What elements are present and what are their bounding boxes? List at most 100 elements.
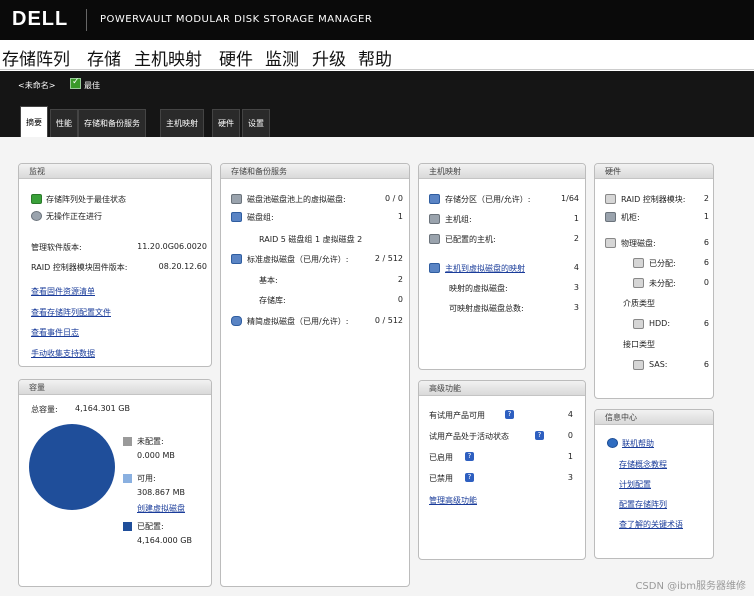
trial-active-value: 0 <box>567 431 573 440</box>
menu-monitor[interactable]: 监测 <box>265 45 299 70</box>
basic-value: 2 <box>397 275 403 284</box>
hdd-value: 6 <box>703 319 709 328</box>
tab-summary[interactable]: 摘要 <box>20 106 48 137</box>
trial-available-value: 4 <box>567 410 573 419</box>
menu-storage[interactable]: 存储 <box>87 45 121 70</box>
link-array-profile[interactable]: 查看存储阵列配置文件 <box>31 307 111 318</box>
thin-vd-value: 0 / 512 <box>374 316 403 325</box>
hdd-label: HDD: <box>649 319 671 328</box>
menu-bar: 存储阵列 存储 主机映射 硬件 监测 升级 帮助 <box>0 40 754 70</box>
configured-host-icon <box>429 234 440 244</box>
sas-icon <box>633 360 644 370</box>
mappable-vd-total-label: 可映射虚拟磁盘总数: <box>449 304 524 313</box>
unconfigured-label: 未配置: <box>137 437 164 446</box>
host-to-vd-mappings-value: 4 <box>573 263 579 272</box>
link-storage-concepts[interactable]: 存储概念教程 <box>619 459 667 470</box>
physical-disk-icon <box>605 238 616 248</box>
link-configure-array[interactable]: 配置存储阵列 <box>619 499 667 510</box>
host-group-icon <box>429 214 440 224</box>
menu-hardware[interactable]: 硬件 <box>219 45 253 70</box>
mgmt-version-value: 11.20.0G06.0020 <box>137 242 207 251</box>
unassigned-disk-icon <box>633 278 644 288</box>
free-label: 可用: <box>137 474 156 483</box>
information-center-title: 信息中心 <box>595 410 713 425</box>
optimal-check-icon <box>70 77 81 89</box>
tab-host-mapping[interactable]: 主机映射 <box>160 109 204 137</box>
configured-host-label: 已配置的主机: <box>445 235 496 244</box>
raid5-group-detail: RAID 5 磁盘组 1 虚拟磁盘 2 <box>259 235 363 244</box>
host-mappings-panel: 主机映射 存储分区（已用/允许）: 1/64 主机组: 1 已配置的主机: 2 … <box>418 163 586 370</box>
help-icon[interactable]: ? <box>465 473 474 482</box>
link-create-virtual-disk[interactable]: 创建虚拟磁盘 <box>137 503 185 514</box>
menu-help[interactable]: 帮助 <box>358 45 392 70</box>
sas-value: 6 <box>703 360 709 369</box>
repository-value: 0 <box>397 295 403 304</box>
repository-label: 存储库: <box>259 296 286 305</box>
storage-partition-icon <box>429 194 440 204</box>
hardware-title: 硬件 <box>595 164 713 179</box>
host-group-label: 主机组: <box>445 215 472 224</box>
link-host-to-vd-mappings[interactable]: 主机到虚拟磁盘的映射 <box>445 263 525 274</box>
link-collect-support-data[interactable]: 手动收集支持数据 <box>31 348 95 359</box>
thin-vd-label: 精简虚拟磁盘（已用/允许）: <box>247 317 349 326</box>
menu-upgrade[interactable]: 升级 <box>312 45 346 70</box>
thin-vd-icon <box>231 316 242 326</box>
unassigned-value: 0 <box>703 278 709 287</box>
menu-host-mapping[interactable]: 主机映射 <box>134 45 202 70</box>
enclosure-label: 机柜: <box>621 213 640 222</box>
disk-pool-vd-value: 0 / 0 <box>385 194 403 203</box>
unassigned-label: 未分配: <box>649 279 676 288</box>
premium-features-panel: 高级功能 有试用产品可用 ? 4 试用产品处于活动状态 ? 0 已启用 ? 1 … <box>418 380 586 560</box>
trial-active-label: 试用产品处于活动状态 <box>429 432 509 441</box>
disk-group-value: 1 <box>397 212 403 221</box>
standard-vd-value: 2 / 512 <box>374 254 403 263</box>
disabled-value: 3 <box>567 473 573 482</box>
tab-hardware[interactable]: 硬件 <box>212 109 240 137</box>
summary-content: 监视 存储阵列处于最佳状态 无操作正在进行 管理软件版本: 11.20.0G06… <box>0 137 754 596</box>
link-online-help[interactable]: 联机帮助 <box>622 438 654 449</box>
monitor-title: 监视 <box>19 164 211 179</box>
host-group-value: 1 <box>573 214 579 223</box>
mgmt-version-label: 管理软件版本: <box>31 243 82 252</box>
tab-storage-copy[interactable]: 存储和备份服务 <box>78 109 146 137</box>
disk-group-label: 磁盘组: <box>247 213 274 222</box>
host-to-vd-mapping-icon <box>429 263 440 273</box>
legend-swatch-free <box>123 474 132 483</box>
monitor-panel: 监视 存储阵列处于最佳状态 无操作正在进行 管理软件版本: 11.20.0G06… <box>18 163 212 367</box>
link-event-log[interactable]: 查看事件日志 <box>31 327 79 338</box>
help-icon[interactable]: ? <box>465 452 474 461</box>
product-title: POWERVAULT MODULAR DISK STORAGE MANAGER <box>100 14 373 25</box>
logo-divider <box>86 9 87 31</box>
raid-controller-icon <box>605 194 616 204</box>
storage-partition-value: 1/64 <box>561 194 579 203</box>
configured-value: 4,164.000 GB <box>137 536 192 545</box>
tab-performance[interactable]: 性能 <box>50 109 78 137</box>
storage-services-title: 存储和备份服务 <box>221 164 409 179</box>
watermark: CSDN @ibm服务器维修 <box>635 581 746 592</box>
standard-vd-label: 标准虚拟磁盘（已用/允许）: <box>247 255 349 264</box>
assigned-label: 已分配: <box>649 259 676 268</box>
media-type-label: 介质类型 <box>623 299 655 308</box>
link-firmware-inventory[interactable]: 查看固件资源清单 <box>31 286 95 297</box>
array-status-bar: <未命名> 最佳 <box>0 71 754 99</box>
free-value: 308.867 MB <box>137 488 186 497</box>
enabled-value: 1 <box>567 452 573 461</box>
legend-swatch-unconfigured <box>123 437 132 446</box>
link-manage-premium-features[interactable]: 管理高级功能 <box>429 495 477 506</box>
configured-label: 已配置: <box>137 522 164 531</box>
enabled-label: 已启用 <box>429 453 453 462</box>
assigned-disk-icon <box>633 258 644 268</box>
link-plan-configuration[interactable]: 计划配置 <box>619 479 651 490</box>
tab-setup[interactable]: 设置 <box>242 109 270 137</box>
menu-storage-array[interactable]: 存储阵列 <box>2 45 70 70</box>
help-icon[interactable]: ? <box>505 410 514 419</box>
total-capacity-label: 总容量: <box>31 405 58 414</box>
optimal-status-icon <box>31 194 42 204</box>
help-icon[interactable]: ? <box>535 431 544 440</box>
raid-controller-value: 2 <box>703 194 709 203</box>
configured-host-value: 2 <box>573 234 579 243</box>
link-key-terms[interactable]: 查了解的关键术语 <box>619 519 683 530</box>
fw-version-label: RAID 控制器模块固件版本: <box>31 263 128 272</box>
capacity-title: 容量 <box>19 380 211 395</box>
basic-label: 基本: <box>259 276 278 285</box>
